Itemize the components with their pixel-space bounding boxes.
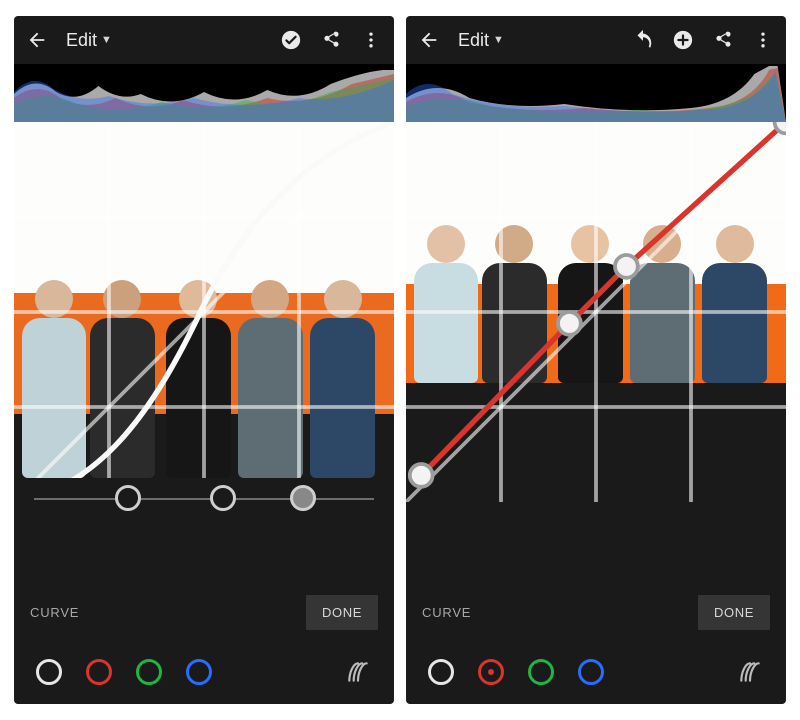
photo-placeholder — [14, 122, 394, 478]
caret-down-icon: ▼ — [493, 34, 504, 46]
editor-screen-parametric: Edit ▼ — [14, 16, 394, 704]
parametric-curve-icon[interactable] — [736, 658, 764, 686]
back-icon[interactable] — [26, 29, 48, 51]
page-title-dropdown[interactable]: Edit ▼ — [458, 30, 504, 51]
parametric-slider-row — [14, 478, 394, 518]
channel-green[interactable] — [528, 659, 554, 685]
histogram — [14, 64, 394, 122]
parametric-curve-icon[interactable] — [344, 658, 372, 686]
channel-selector-row — [406, 640, 786, 704]
top-bar: Edit ▼ — [14, 16, 394, 64]
photo-placeholder — [406, 122, 786, 518]
done-button[interactable]: DONE — [698, 595, 770, 630]
bottom-bar: CURVE DONE — [14, 584, 394, 640]
page-title-label: Edit — [66, 30, 97, 51]
undo-icon[interactable] — [632, 29, 654, 51]
channel-white[interactable] — [36, 659, 62, 685]
channel-red[interactable] — [86, 659, 112, 685]
image-preview[interactable] — [406, 122, 786, 518]
done-button[interactable]: DONE — [306, 595, 378, 630]
top-bar: Edit ▼ — [406, 16, 786, 64]
slider-knob-lights[interactable] — [210, 485, 236, 511]
channel-blue[interactable] — [186, 659, 212, 685]
overflow-icon[interactable] — [752, 29, 774, 51]
channel-selector-row — [14, 640, 394, 704]
overflow-icon[interactable] — [360, 29, 382, 51]
add-icon[interactable] — [672, 29, 694, 51]
caret-down-icon: ▼ — [101, 34, 112, 46]
share-icon[interactable] — [320, 29, 342, 51]
channel-white[interactable] — [428, 659, 454, 685]
share-icon[interactable] — [712, 29, 734, 51]
image-preview[interactable] — [14, 122, 394, 478]
slider-track — [34, 498, 374, 500]
back-icon[interactable] — [418, 29, 440, 51]
histogram — [406, 64, 786, 122]
page-title-label: Edit — [458, 30, 489, 51]
slider-knob-darks[interactable] — [290, 485, 316, 511]
slider-knob-highlights[interactable] — [115, 485, 141, 511]
channel-red[interactable] — [478, 659, 504, 685]
channel-green[interactable] — [136, 659, 162, 685]
approve-icon[interactable] — [280, 29, 302, 51]
channel-blue[interactable] — [578, 659, 604, 685]
editor-screen-pointcurve: Edit ▼ — [406, 16, 786, 704]
bottom-bar: CURVE DONE — [406, 584, 786, 640]
page-title-dropdown[interactable]: Edit ▼ — [66, 30, 112, 51]
curve-label: CURVE — [422, 605, 471, 620]
curve-label: CURVE — [30, 605, 79, 620]
